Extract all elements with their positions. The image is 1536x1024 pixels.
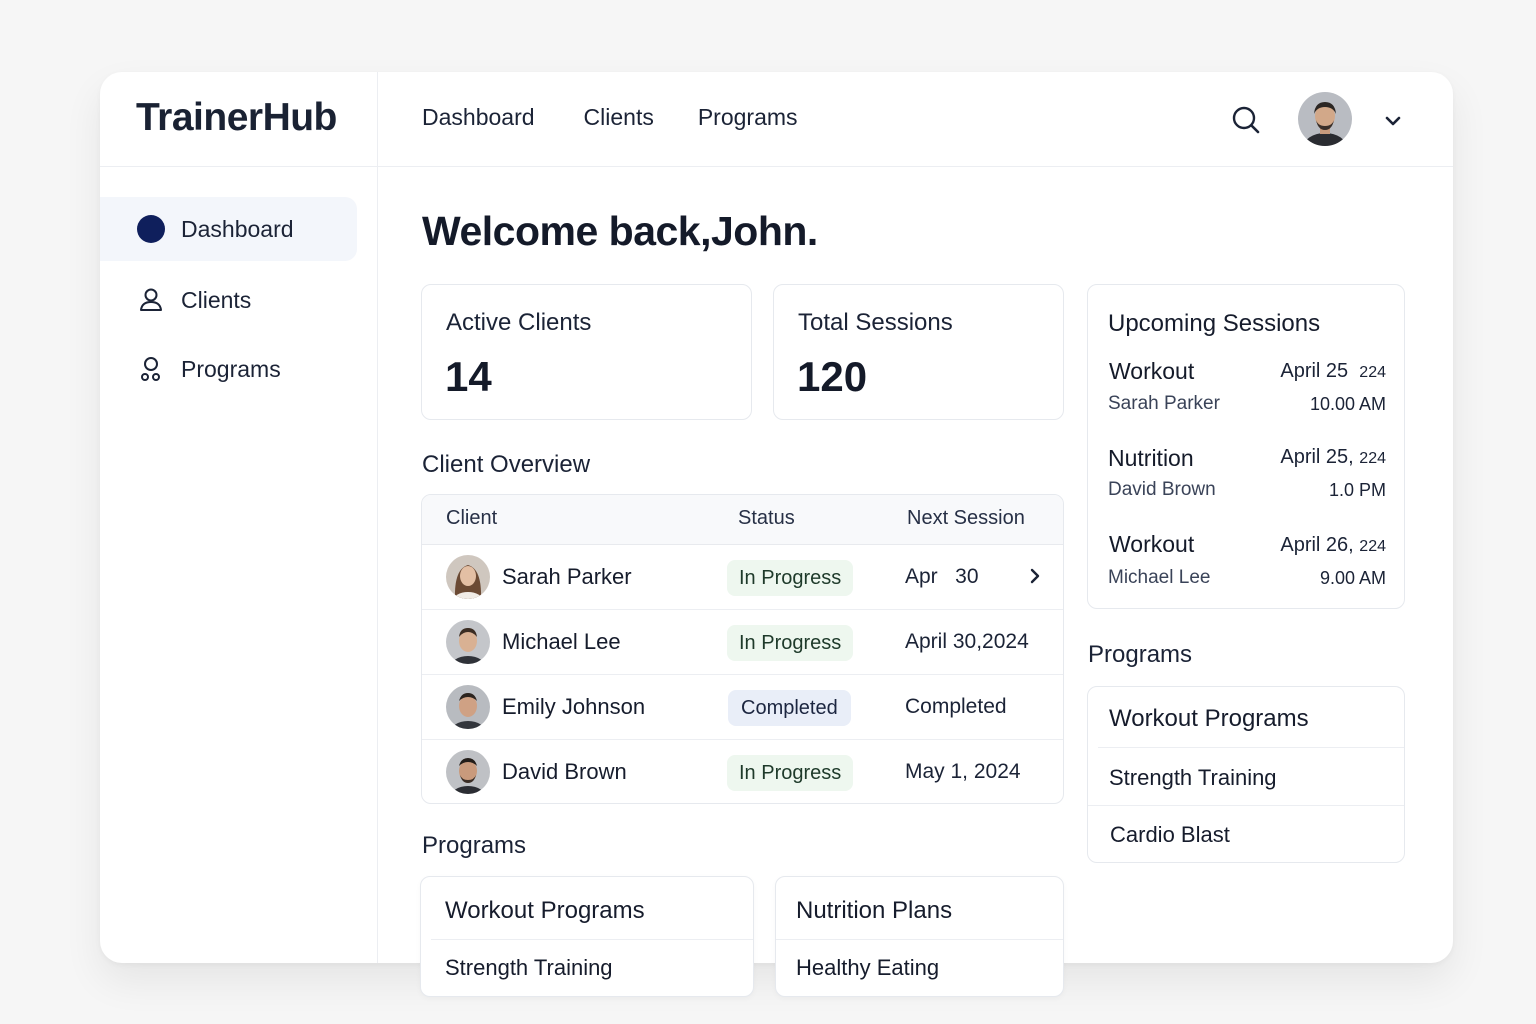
session-time: 1.0 PM <box>1328 480 1386 500</box>
upcoming-sessions-card: Upcoming Sessions Workout Sarah Parker A… <box>1087 284 1405 609</box>
next-session: May 1, 2024 <box>905 760 1021 783</box>
divider <box>1098 747 1404 748</box>
app-logo[interactable]: TrainerHub <box>136 96 337 140</box>
program-card-title: Nutrition Plans <box>796 897 953 924</box>
top-bar: TrainerHub Dashboard Clients Programs <box>100 72 1453 167</box>
dashboard-dot-icon <box>136 214 166 244</box>
brand-area: TrainerHub <box>100 72 378 167</box>
client-name: Emily Johnson <box>502 694 646 719</box>
table-header: Client Status Next Session <box>422 495 1063 545</box>
topnav-clients[interactable]: Clients <box>584 104 654 131</box>
search-icon[interactable] <box>1231 105 1261 135</box>
stat-card-active-clients: Active Clients 14 <box>421 284 752 420</box>
divider <box>431 939 753 940</box>
session-date-day: April 25, <box>1280 446 1354 468</box>
status-badge: Completed <box>728 690 851 726</box>
right-programs-title: Programs <box>1088 641 1193 668</box>
session-date: April 25 224 <box>1280 360 1386 383</box>
session-date: April 25, 224 <box>1280 446 1386 469</box>
sidebar-item-label: Programs <box>181 355 281 382</box>
program-item[interactable]: Cardio Blast <box>1110 822 1230 848</box>
right-programs-card: Workout Programs Strength Training Cardi… <box>1087 686 1405 863</box>
status-badge: In Progress <box>727 560 854 596</box>
session-client: Sarah Parker <box>1108 393 1220 414</box>
program-item[interactable]: Strength Training <box>445 955 613 981</box>
session-client: Michael Lee <box>1108 567 1211 588</box>
app-window: TrainerHub Dashboard Clients Programs Da… <box>100 72 1453 997</box>
chevron-right-icon[interactable] <box>1026 567 1044 585</box>
session-time: 9.00 AM <box>1319 568 1386 588</box>
sidebar-item-label: Dashboard <box>181 215 294 242</box>
table-row[interactable]: Sarah Parker In Progress Apr 30 <box>422 545 1063 610</box>
column-header-client[interactable]: Client <box>446 507 497 530</box>
sidebar-item-clients[interactable]: Clients <box>100 268 357 332</box>
topnav-programs[interactable]: Programs <box>698 104 798 131</box>
table-row[interactable]: Michael Lee In Progress April 30,2024 <box>422 610 1063 675</box>
top-nav: Dashboard Clients Programs <box>422 104 798 131</box>
column-header-status[interactable]: Status <box>738 507 795 530</box>
avatar <box>446 685 490 729</box>
session-type: Workout <box>1109 358 1195 384</box>
session-date-day: April 26, <box>1280 534 1354 556</box>
client-name: Michael Lee <box>502 629 621 654</box>
program-card-workout[interactable]: Workout Programs Strength Training <box>420 876 754 997</box>
client-overview-title: Client Overview <box>422 451 591 478</box>
session-time: 10.00 AM <box>1309 394 1386 414</box>
next-session: April 30,2024 <box>905 630 1029 653</box>
topnav-dashboard[interactable]: Dashboard <box>422 104 535 131</box>
status-badge: In Progress <box>727 625 854 661</box>
sidebar-item-programs[interactable]: Programs <box>100 337 357 401</box>
sidebar-item-dashboard[interactable]: Dashboard <box>100 197 357 261</box>
page-title: Welcome back,John. <box>422 208 818 254</box>
session-date: April 26, 224 <box>1280 534 1386 557</box>
divider <box>1088 805 1404 806</box>
session-date-year: 224 <box>1359 538 1386 555</box>
avatar <box>446 620 490 664</box>
program-card-title[interactable]: Workout Programs <box>1109 705 1309 733</box>
next-session: Apr 30 <box>905 565 979 588</box>
session-date-day: April 25 <box>1280 360 1349 382</box>
table-row[interactable]: David Brown In Progress May 1, 2024 <box>422 740 1063 803</box>
status-badge: In Progress <box>727 755 854 791</box>
chevron-down-icon[interactable] <box>1382 110 1404 132</box>
column-header-next-session[interactable]: Next Session <box>907 507 1025 530</box>
client-name: David Brown <box>502 759 627 784</box>
program-item[interactable]: Healthy Eating <box>796 955 939 981</box>
divider <box>776 939 1063 940</box>
user-avatar[interactable] <box>1298 92 1352 146</box>
avatar <box>446 750 490 794</box>
client-table: Client Status Next Session Sarah Parker … <box>421 494 1064 804</box>
program-item[interactable]: Strength Training <box>1109 765 1277 791</box>
session-date-year: 224 <box>1359 450 1386 467</box>
session-date-year: 224 <box>1359 364 1386 381</box>
programs-icon <box>136 354 166 384</box>
next-session: Completed <box>905 695 1007 718</box>
upcoming-sessions-title: Upcoming Sessions <box>1108 310 1321 337</box>
session-type: Workout <box>1109 531 1195 557</box>
table-row[interactable]: Emily Johnson Completed Completed <box>422 675 1063 740</box>
stat-value: 14 <box>445 353 492 400</box>
sidebar-divider <box>377 167 378 963</box>
sidebar-item-label: Clients <box>181 286 252 313</box>
stat-card-total-sessions: Total Sessions 120 <box>773 284 1064 420</box>
stat-label: Total Sessions <box>798 309 953 336</box>
session-type: Nutrition <box>1108 445 1194 471</box>
stat-label: Active Clients <box>446 309 592 336</box>
client-name: Sarah Parker <box>502 564 632 589</box>
user-icon <box>136 285 166 315</box>
avatar <box>446 555 490 599</box>
session-client: David Brown <box>1108 479 1216 500</box>
program-card-nutrition[interactable]: Nutrition Plans Healthy Eating <box>775 876 1064 997</box>
stat-value: 120 <box>797 353 868 400</box>
program-card-title: Workout Programs <box>445 897 645 924</box>
programs-section-title: Programs <box>422 832 527 859</box>
